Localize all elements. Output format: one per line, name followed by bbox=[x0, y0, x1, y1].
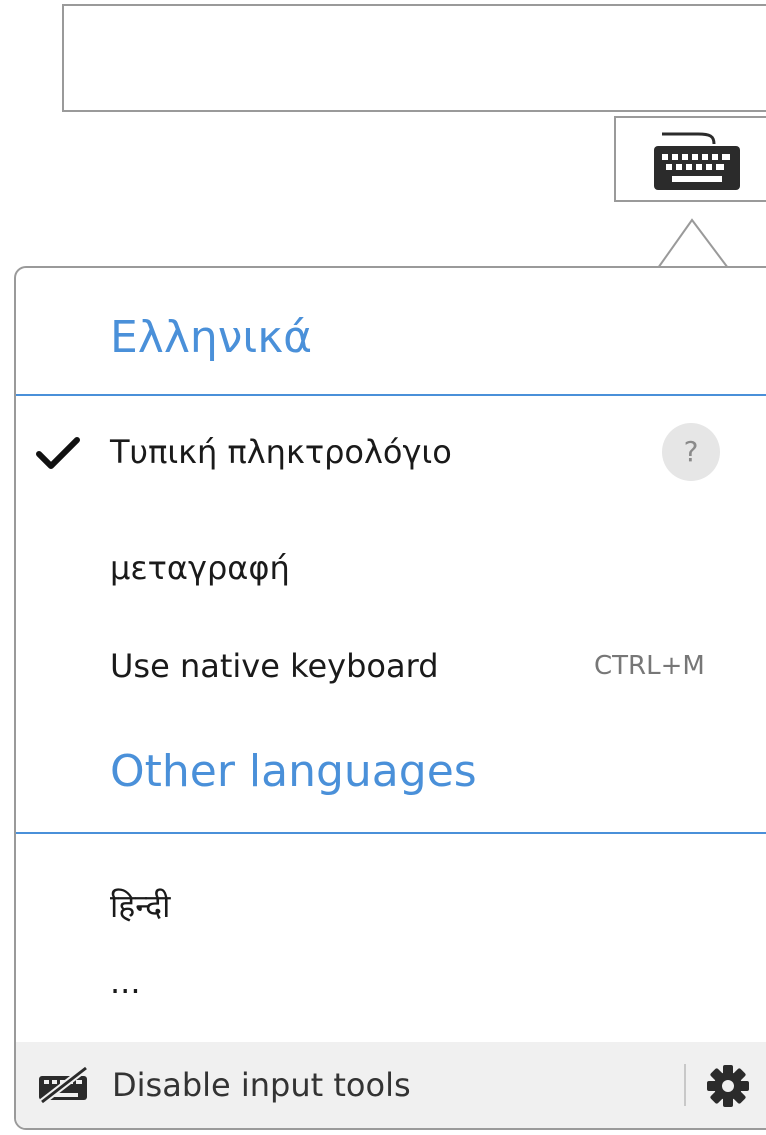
menu-item-label: μεταγραφή bbox=[110, 549, 290, 587]
disable-input-tools-label: Disable input tools bbox=[112, 1066, 411, 1104]
menu-item-more[interactable]: ... bbox=[16, 952, 766, 1012]
input-tools-page: Ελληνικά Τυπική πληκτρολόγιο ? μεταγραφή… bbox=[0, 0, 766, 1135]
menu-item-label: ... bbox=[110, 963, 141, 1001]
menu-item-label: Use native keyboard bbox=[110, 647, 439, 685]
section-divider bbox=[16, 832, 766, 834]
menu-item-standard-keyboard[interactable]: Τυπική πληκτρολόγιο ? bbox=[16, 422, 766, 482]
keyboard-off-icon bbox=[39, 1066, 89, 1104]
popup-arrow bbox=[657, 218, 729, 269]
menu-item-hindi[interactable]: हिन्दी bbox=[16, 876, 766, 936]
input-tools-menu: Ελληνικά Τυπική πληκτρολόγιο ? μεταγραφή… bbox=[14, 266, 766, 1130]
menu-footer: Disable input tools bbox=[16, 1042, 766, 1128]
keyboard-shortcut: CTRL+M bbox=[594, 651, 705, 681]
menu-item-label: Τυπική πληκτρολόγιο bbox=[110, 433, 452, 471]
section-title-other-languages: Other languages bbox=[110, 746, 477, 797]
checkmark-icon bbox=[36, 437, 80, 469]
gear-icon[interactable] bbox=[706, 1064, 750, 1108]
footer-divider bbox=[684, 1064, 686, 1106]
help-icon[interactable]: ? bbox=[662, 423, 720, 481]
menu-item-label: हिन्दी bbox=[110, 887, 171, 925]
menu-item-transliteration[interactable]: μεταγραφή bbox=[16, 538, 766, 598]
section-title-greek: Ελληνικά bbox=[110, 312, 313, 363]
section-divider bbox=[16, 394, 766, 396]
menu-item-native-keyboard[interactable]: Use native keyboard CTRL+M bbox=[16, 636, 766, 696]
